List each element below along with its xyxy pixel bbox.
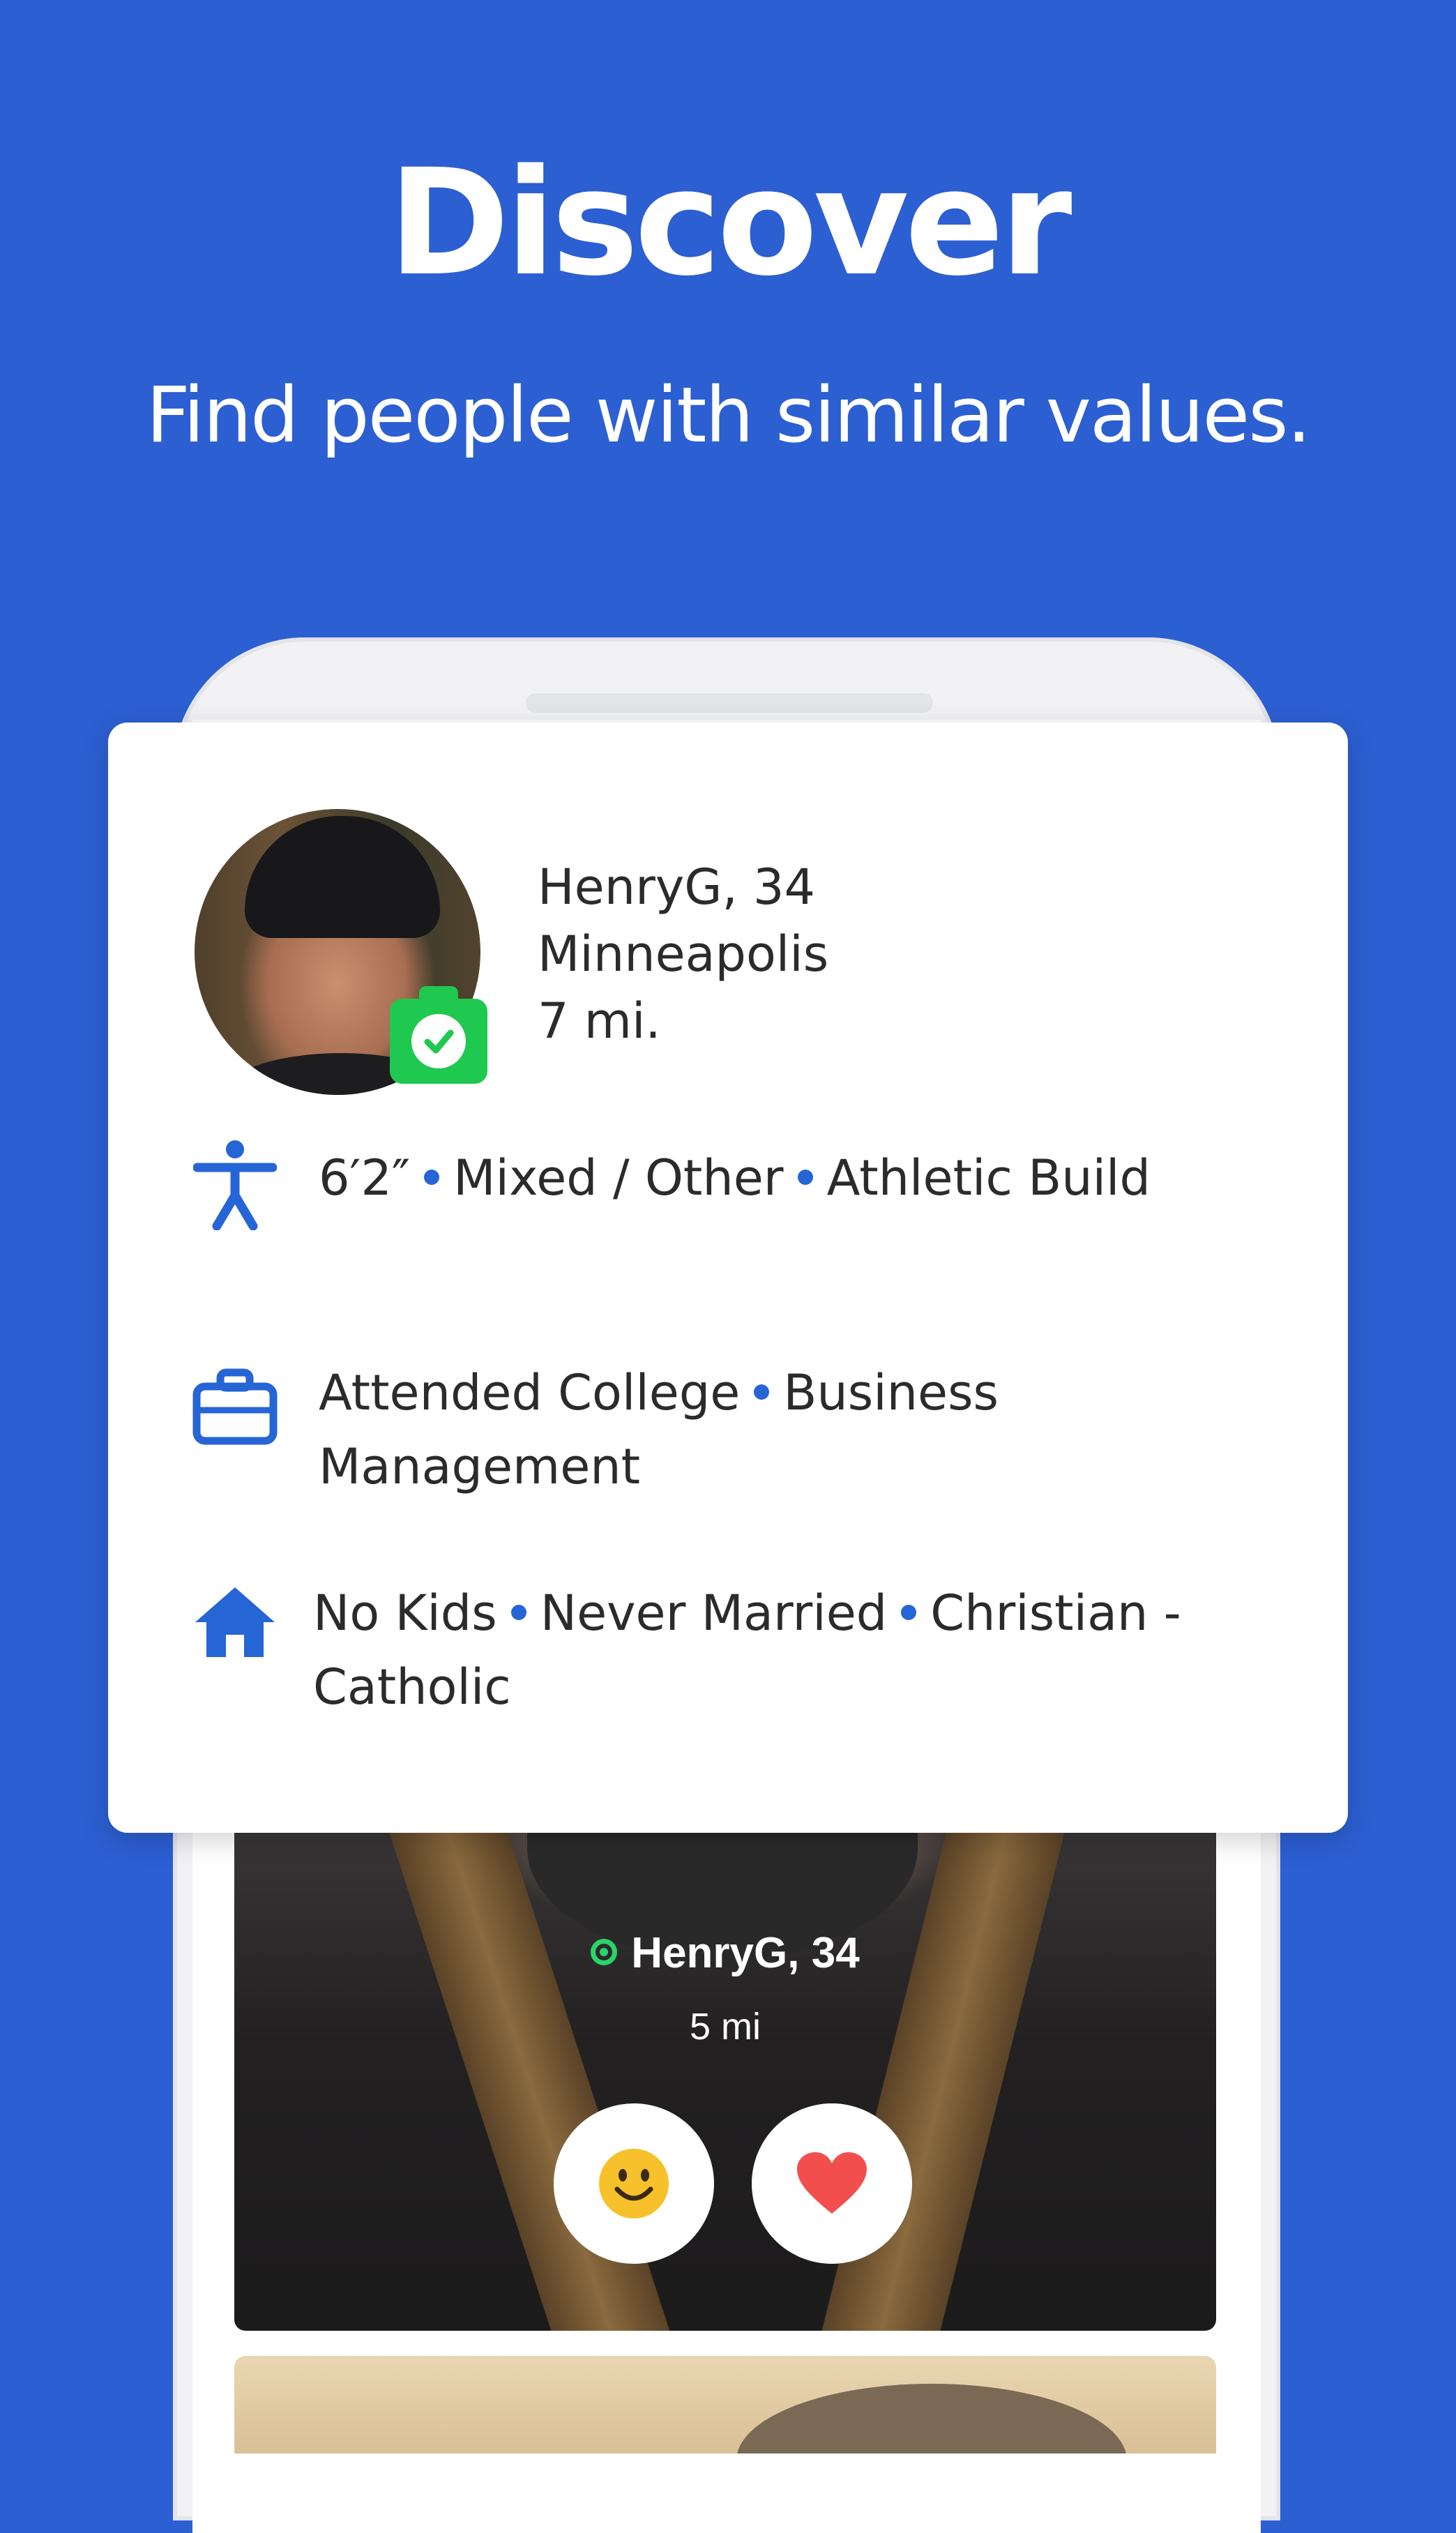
education-details-text: Attended College Business Management (319, 1356, 999, 1504)
religion-value-cont: Catholic (313, 1658, 511, 1716)
education-value: Attended College (319, 1364, 741, 1421)
page-title: Discover (388, 137, 1072, 308)
field-value: Business (783, 1364, 999, 1421)
profile-info: HenryG, 34 Minneapolis 7 mi. (538, 854, 828, 1054)
photo-detail (736, 2384, 1127, 2453)
profile-name-age: HenryG, 34 (538, 859, 816, 916)
bullet-separator (424, 1169, 440, 1185)
profile-distance: 7 mi. (538, 992, 661, 1050)
photo-card-name-text: HenryG, 34 (631, 1929, 860, 1977)
online-status-icon (591, 1938, 618, 1965)
bullet-separator (510, 1604, 526, 1620)
family-details-row: No Kids Never Married Christian - Catholic (190, 1576, 1278, 1724)
bullet-separator (754, 1384, 770, 1400)
physical-details-text: 6′2″ Mixed / Other Athletic Build (319, 1141, 1151, 1215)
physical-details-row: 6′2″ Mixed / Other Athletic Build (190, 1140, 1278, 1230)
briefcase-icon (190, 1356, 280, 1458)
marital-value: Never Married (540, 1585, 888, 1642)
home-icon (190, 1576, 280, 1674)
photo-card-distance: 5 mi (689, 2006, 761, 2048)
like-button[interactable] (752, 2103, 912, 2264)
family-details-text: No Kids Never Married Christian - Catholic (313, 1576, 1181, 1724)
smiley-icon (599, 2149, 669, 2218)
person-icon (190, 1140, 280, 1230)
height-value: 6′2″ (319, 1149, 411, 1207)
bullet-separator (797, 1169, 813, 1185)
kids-value: No Kids (313, 1585, 497, 1642)
heart-icon (797, 2152, 867, 2214)
smile-button[interactable] (554, 2103, 714, 2264)
checkmark-icon (411, 1014, 466, 1068)
photo-card-name: HenryG, 34 (234, 1928, 1216, 1978)
next-profile-card[interactable] (234, 2356, 1216, 2453)
photo-verified-camera-icon (390, 986, 487, 1084)
profile-city: Minneapolis (538, 925, 829, 983)
profile-summary-card[interactable]: HenryG, 34 Minneapolis 7 mi. 6′2″ Mixed /… (108, 723, 1348, 1833)
education-details-row: Attended College Business Management (190, 1356, 1278, 1504)
field-value-cont: Management (319, 1438, 641, 1495)
phone-speaker (526, 693, 933, 713)
ethnicity-value: Mixed / Other (453, 1149, 784, 1207)
build-value: Athletic Build (826, 1149, 1151, 1207)
profile-photo-card[interactable]: HenryG, 34 5 mi (234, 1806, 1216, 2331)
page-subtitle: Find people with similar values. (146, 370, 1312, 460)
bullet-separator (901, 1604, 917, 1620)
photo-detail (245, 816, 440, 938)
religion-value: Christian - (930, 1585, 1181, 1642)
